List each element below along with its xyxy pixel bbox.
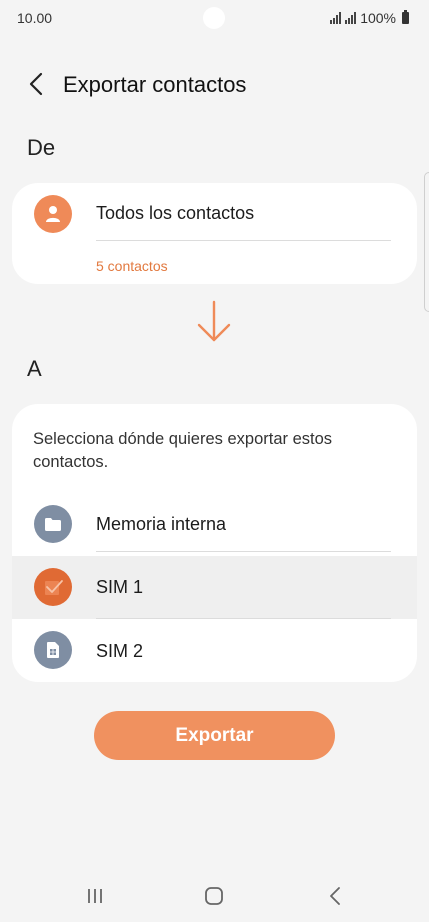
back-button[interactable] <box>22 70 50 98</box>
navigation-bar <box>0 870 429 922</box>
status-icons: 100% <box>330 10 409 26</box>
home-icon <box>205 887 223 905</box>
page-title: Exportar contactos <box>63 72 247 97</box>
contact-count[interactable]: 5 contactos <box>96 258 168 274</box>
source-card: Todos los contactos 5 contactos <box>12 183 417 284</box>
check-icon <box>34 568 72 606</box>
signal-icon <box>330 12 342 24</box>
app-header: Exportar contactos <box>0 60 429 110</box>
instruction-text: Selecciona dónde quieres exportar estos … <box>33 430 333 471</box>
option-label: SIM 2 <box>96 641 144 661</box>
battery-percentage: 100% <box>360 10 396 26</box>
from-section-label: De <box>27 135 56 160</box>
home-button[interactable] <box>194 880 234 912</box>
divider <box>96 551 391 552</box>
chevron-left-icon <box>29 72 43 96</box>
option-label: Memoria interna <box>96 514 227 534</box>
arrow-down-icon <box>197 300 231 342</box>
scroll-handle[interactable] <box>424 172 429 312</box>
source-label: Todos los contactos <box>96 203 255 223</box>
sim-card-icon <box>34 631 72 669</box>
status-time: 10.00 <box>17 10 53 26</box>
option-sim-1[interactable]: SIM 1 <box>12 556 417 619</box>
person-icon <box>46 206 60 222</box>
folder-icon <box>34 505 72 543</box>
option-sim-2[interactable]: SIM 2 <box>12 619 417 682</box>
battery-icon <box>402 10 409 24</box>
status-bar: 10.00 100% <box>0 0 429 36</box>
option-label: SIM 1 <box>96 577 144 597</box>
contact-avatar-icon <box>34 195 72 233</box>
to-section-label: A <box>27 356 42 381</box>
recent-apps-button[interactable] <box>75 880 115 912</box>
nav-back-button[interactable] <box>315 880 355 912</box>
source-all-contacts[interactable]: Todos los contactos <box>12 183 417 246</box>
export-button[interactable]: Exportar <box>94 711 335 760</box>
camera-cutout <box>203 7 225 29</box>
option-internal-memory[interactable]: Memoria interna <box>12 493 417 556</box>
destination-card: Selecciona dónde quieres exportar estos … <box>12 404 417 682</box>
recent-apps-icon <box>88 889 102 903</box>
signal-icon-2 <box>345 12 357 24</box>
divider <box>96 240 391 241</box>
back-icon <box>330 887 340 905</box>
